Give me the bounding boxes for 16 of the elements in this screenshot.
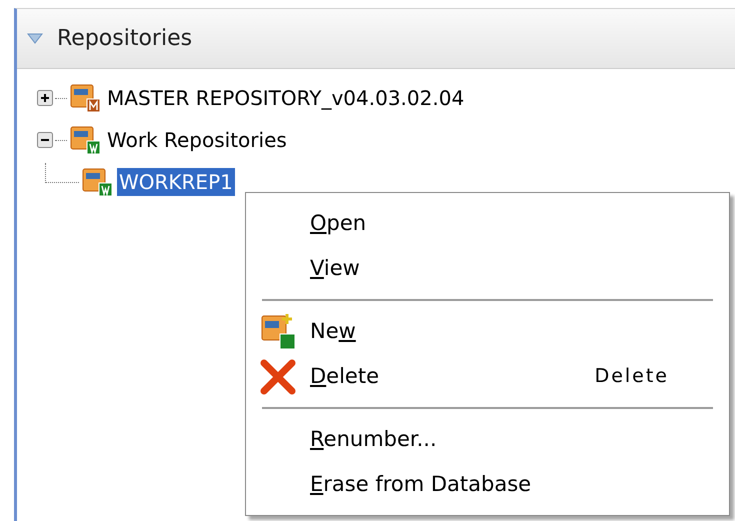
menu-item[interactable]: Open xyxy=(310,208,366,240)
collapse-triangle-icon[interactable] xyxy=(27,32,43,44)
menu-item[interactable]: View xyxy=(310,252,360,284)
menu-item[interactable]: Erase from Database xyxy=(310,468,532,500)
expand-toggle-icon[interactable] xyxy=(37,90,53,106)
collapse-toggle-icon[interactable] xyxy=(37,132,53,148)
tree-item[interactable]: MASTER REPOSITORY_v04.03.02.04 xyxy=(105,84,466,112)
tree-item[interactable]: Work Repositories xyxy=(105,126,289,154)
delete-icon xyxy=(258,356,298,396)
shortcut-label: Delete xyxy=(594,364,669,390)
panel-title: Repositories xyxy=(57,25,192,53)
menu-item[interactable]: Delete xyxy=(310,360,379,392)
panel-header[interactable]: Repositories xyxy=(17,9,735,69)
tree-item[interactable]: WORKREP1 xyxy=(117,168,235,196)
menu-item[interactable]: Renumber... xyxy=(310,424,437,456)
menu-item[interactable]: New xyxy=(310,316,356,348)
